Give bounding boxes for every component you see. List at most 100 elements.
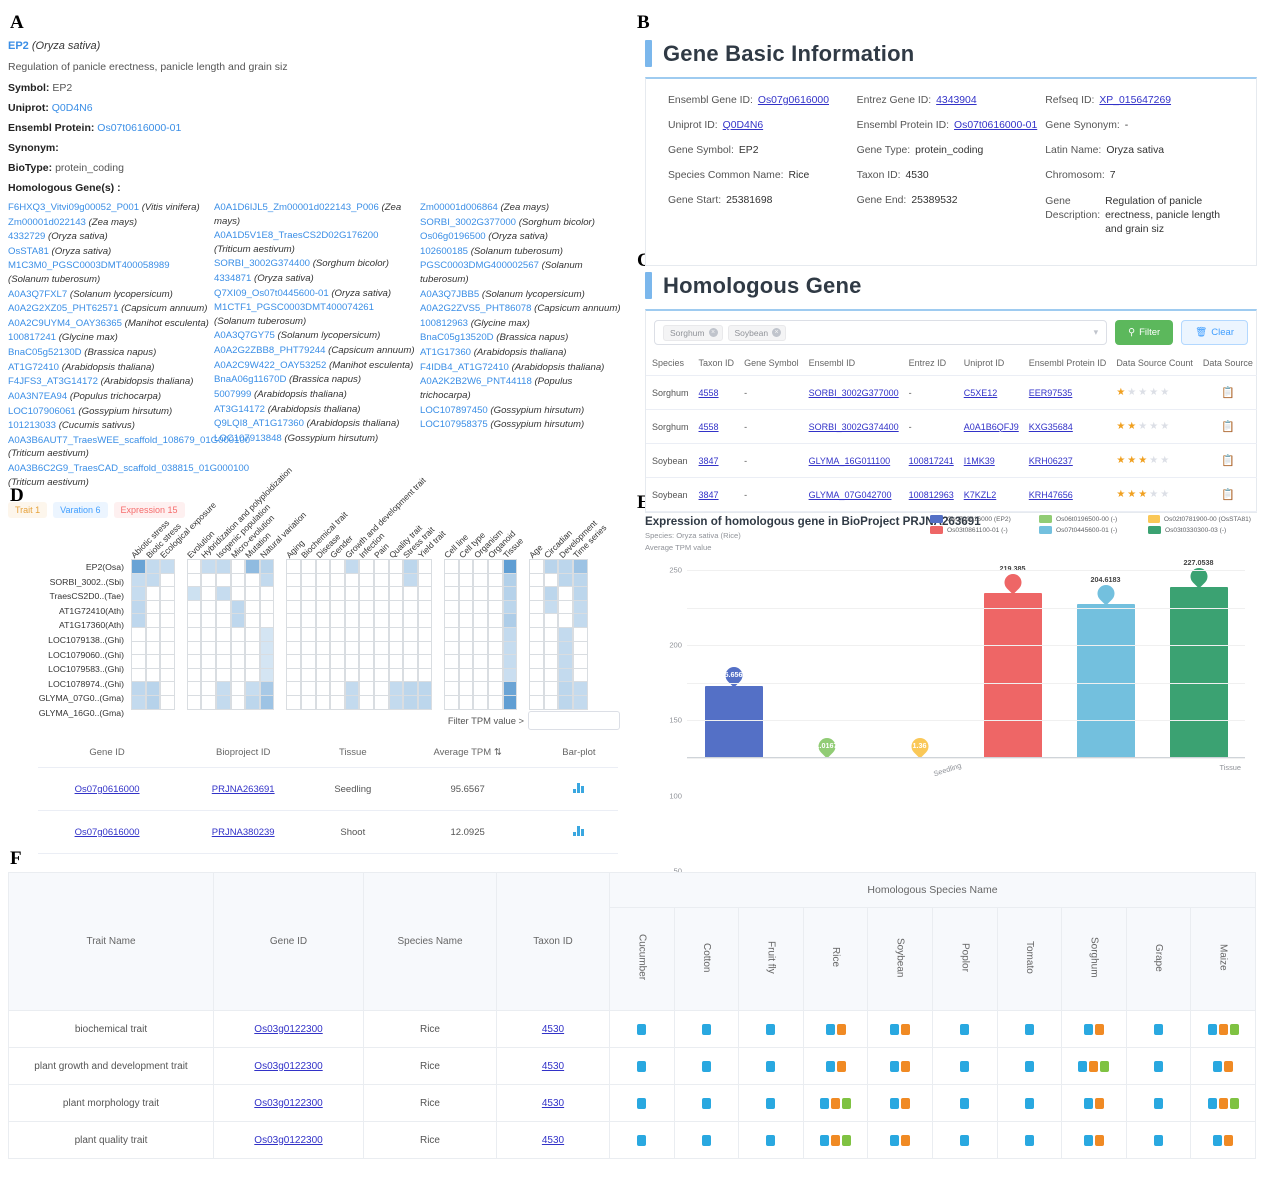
species-mark[interactable]	[890, 1061, 899, 1072]
heatmap-cell[interactable]	[131, 573, 146, 588]
heatmap-cell[interactable]	[573, 668, 588, 683]
heatmap-cell[interactable]	[301, 559, 316, 574]
heatmap-cell[interactable]	[418, 681, 433, 696]
species-mark[interactable]	[1084, 1135, 1093, 1146]
heatmap-cell[interactable]	[359, 559, 374, 574]
heatmap-cell[interactable]	[374, 613, 389, 628]
heatmap-cell[interactable]	[216, 627, 231, 642]
heatmap-cell[interactable]	[503, 627, 518, 642]
heatmap-cell[interactable]	[573, 586, 588, 601]
heatmap-cell[interactable]	[231, 559, 246, 574]
uniprot-id-link[interactable]: C5XE12	[964, 388, 998, 398]
homolog-gene-entry[interactable]: Os06g0196500 (Oryza sativa)	[420, 230, 622, 244]
heatmap-cell[interactable]	[187, 613, 202, 628]
heatmap-cell[interactable]	[488, 600, 503, 615]
heatmap-cell[interactable]	[459, 668, 474, 683]
heatmap-cell[interactable]	[403, 654, 418, 669]
heatmap-cell[interactable]	[488, 681, 503, 696]
info-field-value[interactable]: 4343904	[936, 95, 976, 106]
heatmap-cell[interactable]	[316, 695, 331, 710]
heatmap-cell[interactable]	[286, 695, 301, 710]
heatmap-cell[interactable]	[418, 559, 433, 574]
heatmap-cell[interactable]	[345, 695, 360, 710]
heatmap-cell[interactable]	[444, 668, 459, 683]
heatmap-cell[interactable]	[374, 668, 389, 683]
heatmap-cell[interactable]	[444, 613, 459, 628]
homolog-gene-entry[interactable]: A0A2G2ZBB8_PHT79244 (Capsicum annuum)	[214, 344, 416, 358]
heatmap-cell[interactable]	[160, 600, 175, 615]
heatmap-cell[interactable]	[359, 695, 374, 710]
heatmap-cell[interactable]	[444, 559, 459, 574]
heatmap-cell[interactable]	[359, 613, 374, 628]
bar[interactable]	[1077, 604, 1135, 758]
heatmap-cell[interactable]	[418, 586, 433, 601]
homolog-gene-entry[interactable]: A0A3Q7FXL7 (Solanum lycopersicum)	[8, 288, 210, 302]
heatmap-cell[interactable]	[488, 613, 503, 628]
heatmap-cell[interactable]	[301, 668, 316, 683]
heatmap-cell[interactable]	[201, 668, 216, 683]
heatmap-cell[interactable]	[301, 654, 316, 669]
species-mark[interactable]	[1025, 1024, 1034, 1035]
heatmap-cell[interactable]	[374, 681, 389, 696]
heatmap-cell[interactable]	[573, 627, 588, 642]
heatmap-cell[interactable]	[403, 573, 418, 588]
heatmap-cell[interactable]	[231, 641, 246, 656]
heatmap-cell[interactable]	[544, 600, 559, 615]
homolog-gene-entry[interactable]: 4332729 (Oryza sativa)	[8, 230, 210, 244]
heatmap-cell[interactable]	[245, 695, 260, 710]
heatmap-cell[interactable]	[503, 654, 518, 669]
heatmap-cell[interactable]	[330, 559, 345, 574]
heatmap-cell[interactable]	[444, 654, 459, 669]
heatmap-cell[interactable]	[558, 654, 573, 669]
species-mark[interactable]	[1025, 1135, 1034, 1146]
species-mark[interactable]	[637, 1024, 646, 1035]
heatmap-cell[interactable]	[389, 654, 404, 669]
heatmap-cell[interactable]	[345, 600, 360, 615]
heatmap-cell[interactable]	[359, 668, 374, 683]
species-mark[interactable]	[831, 1135, 840, 1146]
heatmap-cell[interactable]	[529, 586, 544, 601]
species-mark[interactable]	[1224, 1135, 1233, 1146]
clipboard-icon[interactable]: 📋	[1221, 387, 1235, 399]
species-mark[interactable]	[702, 1098, 711, 1109]
heatmap-cell[interactable]	[488, 559, 503, 574]
species-mark[interactable]	[1025, 1098, 1034, 1109]
heatmap-cell[interactable]	[503, 573, 518, 588]
species-mark[interactable]	[890, 1098, 899, 1109]
heatmap-cell[interactable]	[301, 641, 316, 656]
heatmap-cell[interactable]	[544, 668, 559, 683]
homolog-gene-entry[interactable]: SORBI_3002G374400 (Sorghum bicolor)	[214, 257, 416, 271]
heatmap-cell[interactable]	[473, 600, 488, 615]
uniprot-id-link[interactable]: K7KZL2	[964, 490, 997, 500]
sort-icon[interactable]: ⇅	[494, 747, 502, 758]
species-mark[interactable]	[637, 1098, 646, 1109]
bar[interactable]	[705, 686, 763, 758]
heatmap-cell[interactable]	[216, 641, 231, 656]
heatmap-cell[interactable]	[403, 586, 418, 601]
heatmap-cell[interactable]	[558, 641, 573, 656]
species-mark[interactable]	[702, 1024, 711, 1035]
taxon-id-link[interactable]: 3847	[699, 490, 719, 500]
heatmap-cell[interactable]	[187, 695, 202, 710]
heatmap-cell[interactable]	[160, 613, 175, 628]
homolog-gene-entry[interactable]: AT1G17360 (Arabidopsis thaliana)	[420, 346, 622, 360]
species-mark[interactable]	[901, 1024, 910, 1035]
heatmap-cell[interactable]	[529, 573, 544, 588]
homolog-gene-entry[interactable]: A0A3B6C2G9_TraesCAD_scaffold_038815_01G0…	[8, 462, 210, 489]
gene-id-link[interactable]: Os07g0616000	[75, 827, 140, 838]
homolog-gene-entry[interactable]: SORBI_3002G377000 (Sorghum bicolor)	[420, 216, 622, 230]
heatmap-cell[interactable]	[503, 641, 518, 656]
heatmap-cell[interactable]	[573, 681, 588, 696]
heatmap-cell[interactable]	[389, 613, 404, 628]
species-mark[interactable]	[820, 1098, 829, 1109]
heatmap-cell[interactable]	[459, 681, 474, 696]
heatmap-cell[interactable]	[544, 573, 559, 588]
ensembl-id-link[interactable]: GLYMA_16G011100	[809, 456, 891, 466]
heatmap-cell[interactable]	[544, 654, 559, 669]
ensembl-id-link[interactable]: SORBI_3002G374400	[809, 422, 899, 432]
heatmap-cell[interactable]	[187, 654, 202, 669]
heatmap-cell[interactable]	[131, 641, 146, 656]
species-mark[interactable]	[1230, 1024, 1239, 1035]
heatmap-cell[interactable]	[231, 586, 246, 601]
taxon-id-link[interactable]: 4558	[699, 422, 719, 432]
